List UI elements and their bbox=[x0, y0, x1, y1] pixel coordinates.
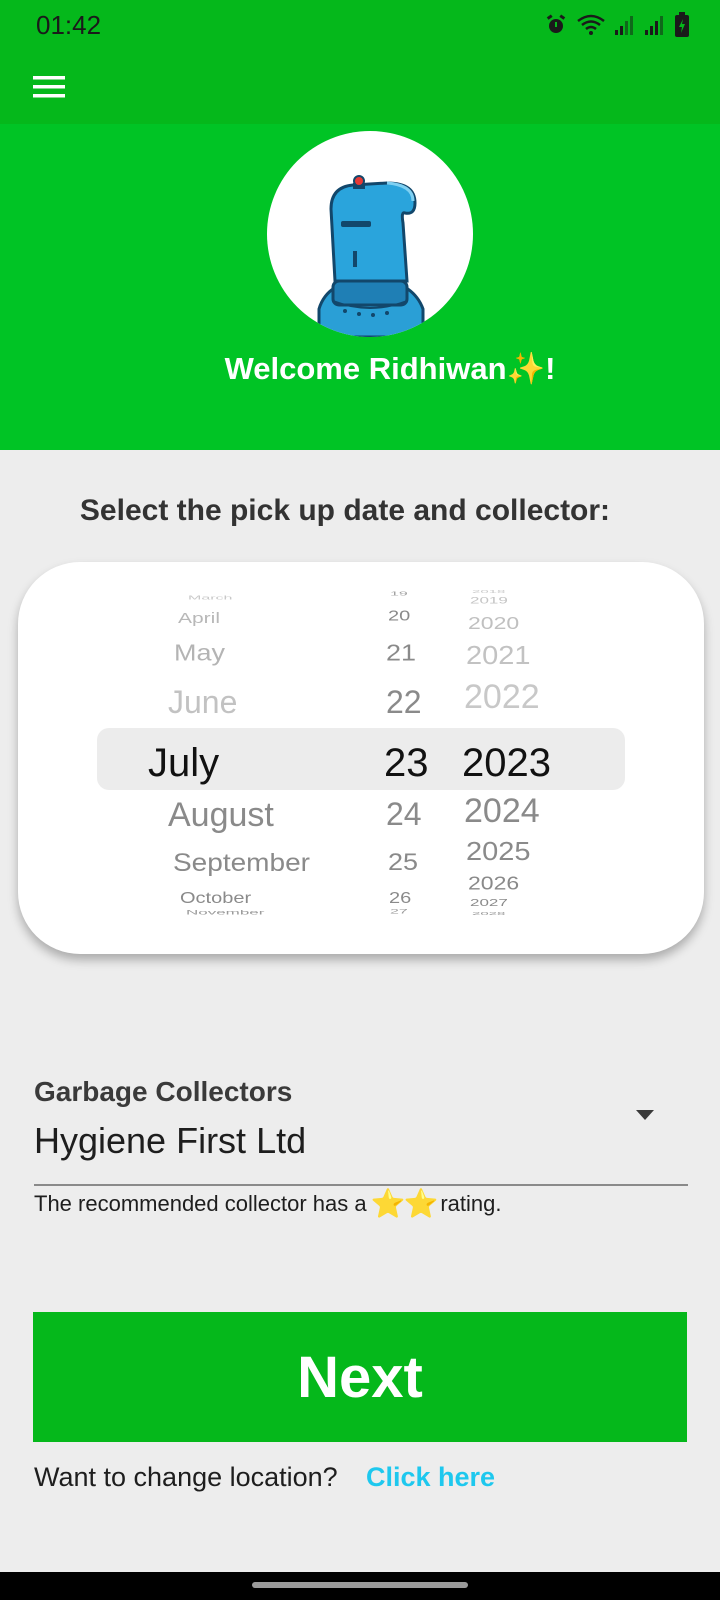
picker-year-item[interactable]: 2025 bbox=[466, 839, 531, 865]
picker-year-selected[interactable]: 2023 bbox=[462, 743, 551, 783]
change-location-link[interactable]: Click here bbox=[366, 1462, 495, 1493]
app-bar bbox=[0, 52, 720, 124]
battery-charging-icon bbox=[675, 12, 689, 37]
picker-day-item[interactable]: 25 bbox=[388, 850, 418, 874]
picker-month-item[interactable]: September bbox=[173, 850, 310, 875]
change-location-prompt: Want to change location? bbox=[34, 1462, 338, 1492]
picker-year-item[interactable]: 2019 bbox=[470, 596, 508, 605]
navigation-bar bbox=[0, 1572, 720, 1600]
date-picker[interactable]: March April May June July August Septemb… bbox=[18, 562, 704, 954]
picker-day-item[interactable]: 24 bbox=[386, 798, 422, 830]
avatar bbox=[267, 131, 473, 337]
picker-year-item[interactable]: 2027 bbox=[470, 897, 508, 907]
picker-year-item[interactable]: 2021 bbox=[466, 643, 531, 669]
wifi-icon bbox=[577, 14, 605, 35]
welcome-text: Welcome Ridhiwan✨! bbox=[224, 351, 556, 386]
picker-month-item[interactable]: May bbox=[174, 642, 225, 665]
robot-avatar bbox=[317, 175, 425, 337]
picker-month-item[interactable]: August bbox=[168, 798, 274, 832]
collector-selected-value: Hygiene First Ltd bbox=[34, 1120, 307, 1161]
next-button[interactable]: Next bbox=[33, 1312, 687, 1442]
picker-day-item[interactable]: 21 bbox=[386, 642, 416, 665]
picker-month-item[interactable]: November bbox=[186, 909, 264, 916]
collectors-label: Garbage Collectors bbox=[34, 1076, 293, 1107]
profile-header: Welcome Ridhiwan✨! bbox=[0, 124, 720, 450]
rating-text: The recommended collector has a ⭐⭐ ratin… bbox=[34, 1187, 502, 1220]
dropdown-arrow-icon[interactable] bbox=[636, 1110, 654, 1120]
picker-day-item[interactable]: 27 bbox=[390, 909, 408, 915]
collector-dropdown[interactable]: Hygiene First Ltd bbox=[34, 1110, 688, 1186]
picker-year-item[interactable]: 2020 bbox=[468, 615, 519, 632]
status-bar: 01:42 bbox=[0, 0, 720, 52]
picker-year-item[interactable]: 2026 bbox=[468, 874, 519, 892]
signal-icon bbox=[645, 16, 663, 35]
picker-day-selected[interactable]: 23 bbox=[384, 743, 429, 783]
instruction-text: Select the pick up date and collector: bbox=[79, 494, 611, 527]
picker-year-item[interactable]: 2022 bbox=[464, 680, 540, 714]
menu-icon[interactable] bbox=[30, 68, 70, 108]
star-icon: ⭐⭐ bbox=[370, 1188, 439, 1219]
home-indicator[interactable] bbox=[252, 1582, 468, 1588]
status-time: 01:42 bbox=[36, 10, 102, 40]
rating-suffix: rating. bbox=[440, 1190, 502, 1216]
picker-day-item[interactable]: 20 bbox=[388, 609, 410, 624]
picker-day-item[interactable]: 19 bbox=[390, 591, 408, 597]
picker-day-item[interactable]: 22 bbox=[386, 686, 422, 718]
picker-month-item[interactable]: April bbox=[178, 611, 220, 626]
picker-year-item[interactable]: 2024 bbox=[464, 794, 540, 828]
picker-month-item[interactable]: June bbox=[168, 686, 237, 718]
status-icons bbox=[544, 12, 690, 38]
picker-month-selected[interactable]: July bbox=[148, 743, 219, 783]
rating-prefix: The recommended collector has a bbox=[34, 1190, 367, 1216]
signal-icon bbox=[615, 16, 633, 35]
picker-year-item[interactable]: 2028 bbox=[472, 911, 505, 916]
picker-year-item[interactable]: 2018 bbox=[472, 589, 505, 594]
picker-day-item[interactable]: 26 bbox=[389, 890, 411, 906]
picker-month-item[interactable]: March bbox=[188, 595, 232, 601]
picker-month-item[interactable]: October bbox=[180, 890, 251, 906]
alarm-icon bbox=[546, 14, 566, 33]
